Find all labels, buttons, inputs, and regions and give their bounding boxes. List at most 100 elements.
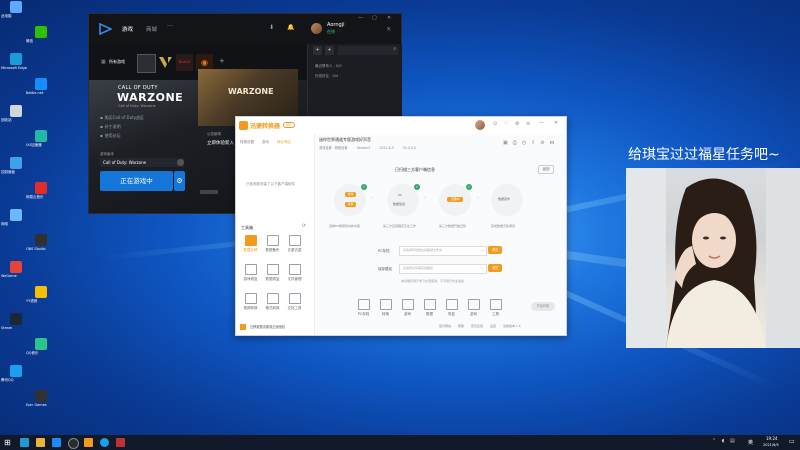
nav-games[interactable]: 游戏 — [122, 25, 133, 33]
feedback-icon[interactable]: ♡ — [504, 121, 508, 127]
bottom-tab[interactable]: 恢复 — [443, 299, 460, 317]
tray-icons[interactable]: ⌃ ◖ ▤ — [712, 438, 737, 444]
start-icon[interactable]: ⊞ — [4, 438, 11, 447]
nav-shop[interactable]: 商城 — [146, 25, 157, 33]
bell-icon[interactable]: 🔔 — [287, 24, 294, 31]
desktop-icon[interactable]: OBS Studio — [26, 234, 56, 260]
add-group-button[interactable]: + — [325, 46, 334, 55]
toolbox-tile[interactable]: 游戏修复 — [242, 264, 259, 282]
step-1-game-button[interactable]: 游戏 — [345, 192, 356, 197]
desktop-icon[interactable]: 控制面板 — [1, 157, 31, 183]
tab-game[interactable]: 游戏 — [262, 140, 269, 144]
play-settings-button[interactable]: ⚙ — [174, 171, 185, 191]
tab-warzone[interactable] — [137, 54, 156, 73]
game-menu-item[interactable]: ▪ 购买Call of Duty战区 — [100, 114, 144, 123]
toolbox-tile[interactable]: 数据迁移 — [242, 235, 259, 253]
desktop-icon[interactable]: Steam — [1, 313, 31, 339]
game-menu-item[interactable]: ▪ 补丁说明 — [100, 123, 144, 132]
version-settings-icon[interactable] — [177, 159, 184, 166]
desktop-icon[interactable]: UU加速器 — [26, 130, 56, 156]
toolbox-tile[interactable]: 去重去重 — [286, 235, 303, 253]
close-button[interactable]: 返回 — [538, 165, 554, 174]
minimize-icon[interactable]: — — [539, 120, 544, 126]
toolbox-tile[interactable]: 视频转换 — [242, 293, 259, 311]
footer-link[interactable]: 帮助 — [458, 324, 464, 328]
tab-all-games[interactable]: 所有游戏 — [109, 59, 125, 65]
bottom-tab[interactable]: 数据 — [421, 299, 438, 317]
field1-input[interactable]: 请选择存档所在的路径文件夹 ⌄ — [399, 246, 487, 256]
desktop-icon[interactable]: WeGame — [1, 261, 31, 287]
footer-link[interactable]: 意见反馈 — [471, 324, 483, 328]
step-1-convert-button[interactable]: 转换 — [345, 202, 356, 207]
news-title[interactable]: 立即体验新入 — [207, 140, 234, 146]
play-button[interactable]: 正在游戏中 — [100, 171, 173, 191]
start-button[interactable]: 开始转换 — [531, 302, 555, 311]
maximize-icon[interactable]: ▢ — [372, 15, 377, 21]
close-icon[interactable]: ✕ — [387, 15, 391, 21]
taskbar-app-obs[interactable] — [68, 438, 79, 449]
desktop-icon[interactable]: 网易云音乐 — [26, 182, 56, 208]
desktop-icon[interactable]: QQ音乐 — [26, 338, 56, 364]
field1-browse-button[interactable]: 浏览 — [488, 246, 502, 254]
friends-group[interactable]: 最近联系人 - 0/0 — [315, 64, 342, 69]
user-avatar[interactable] — [475, 120, 485, 130]
clock-time[interactable]: 19:24 — [766, 436, 778, 441]
taskbar-app-qq[interactable] — [100, 438, 109, 447]
tab-black-ops[interactable]: BLACK — [176, 54, 193, 71]
nav-more[interactable]: ··· — [167, 23, 173, 30]
toolbar-icons[interactable]: ▣⎙◷⇪⊘⋈ — [503, 140, 559, 146]
desktop-icon[interactable]: Microsoft Edge — [1, 53, 31, 79]
toolbox-tile[interactable]: 格式转换 — [264, 293, 281, 311]
promo-bar[interactable]: 迁移数据请使用正版授权 — [236, 322, 314, 332]
clock-date[interactable]: 2021/6/5 — [763, 443, 779, 447]
taskbar-app-edge[interactable] — [20, 438, 29, 447]
bottom-tab[interactable]: PC存档 — [355, 299, 372, 317]
desktop-icon[interactable]: Epic Games — [26, 390, 56, 416]
desktop-icon[interactable]: 此电脑 — [1, 1, 31, 27]
version-select[interactable]: Call of Duty: Warzone ⌄ — [100, 158, 184, 167]
battlenet-logo-icon[interactable] — [99, 23, 112, 35]
field2-browse-button[interactable]: 浏览 — [488, 264, 502, 272]
notification-icon[interactable]: ▭ — [789, 438, 795, 445]
external-link-icon[interactable]: ⇱ — [387, 27, 391, 33]
add-game-icon[interactable]: + — [219, 57, 225, 65]
vip-badge[interactable]: VIP — [283, 122, 295, 128]
bottom-tab[interactable]: 游戏 — [399, 299, 416, 317]
taskbar-app-battlenet[interactable] — [52, 438, 61, 447]
username[interactable]: Aorngji — [327, 22, 344, 28]
desktop-icon[interactable]: YY语音 — [26, 286, 56, 312]
bottom-tab[interactable]: 工具 — [487, 299, 504, 317]
toolbox-tile[interactable]: 文件管理 — [286, 264, 303, 282]
menu-icon[interactable]: ≡ — [526, 121, 530, 127]
friends-group[interactable]: 在线好友 - 0/4 — [315, 74, 338, 79]
toolbox-tile[interactable]: 数据恢复 — [264, 264, 281, 282]
taskbar-app-explorer[interactable] — [36, 438, 45, 447]
footer-link[interactable]: 官方网站 — [439, 324, 451, 328]
tab-convert[interactable]: 转换设置 — [240, 140, 254, 144]
taskbar-app-tool[interactable] — [84, 438, 93, 447]
toolbox-refresh-icon[interactable]: ⟳ — [302, 223, 306, 229]
toolbox-tile[interactable]: 数据备份 — [264, 235, 281, 253]
desktop-icon[interactable]: 腾讯QQ — [1, 365, 31, 391]
avatar[interactable] — [311, 23, 322, 34]
desktop-icon[interactable]: 微信 — [26, 26, 56, 52]
bottom-tab[interactable]: 转换 — [377, 299, 394, 317]
step-3-migrating-button[interactable]: 迁移中 — [447, 197, 463, 202]
friends-search[interactable]: ⌕ — [338, 46, 398, 55]
tab-valorant[interactable] — [157, 54, 174, 71]
settings-icon[interactable]: ⚙ — [515, 121, 519, 127]
tab-special[interactable]: 特价专区 — [277, 140, 291, 144]
footer-link[interactable]: 设置 — [490, 324, 496, 328]
desktop-icon[interactable]: 网络 — [1, 209, 31, 235]
language-indicator[interactable]: 英 — [748, 439, 753, 446]
bottom-tab[interactable]: 游戏 — [465, 299, 482, 317]
close-icon[interactable]: ✕ — [554, 120, 558, 126]
field2-input[interactable]: 请选择文件保存的路径 ⌄ — [399, 264, 487, 274]
add-friend-button[interactable]: + — [313, 46, 322, 55]
friends-icon[interactable]: ⬇ — [269, 24, 274, 31]
desktop-icon[interactable]: Battle.net — [26, 78, 56, 104]
minimize-icon[interactable]: — — [358, 15, 363, 21]
game-menu-item[interactable]: ▪ 使用论坛 — [100, 132, 144, 141]
toolbox-tile[interactable]: 文档工具 — [286, 293, 303, 311]
help-icon[interactable]: ⊙ — [493, 121, 497, 127]
